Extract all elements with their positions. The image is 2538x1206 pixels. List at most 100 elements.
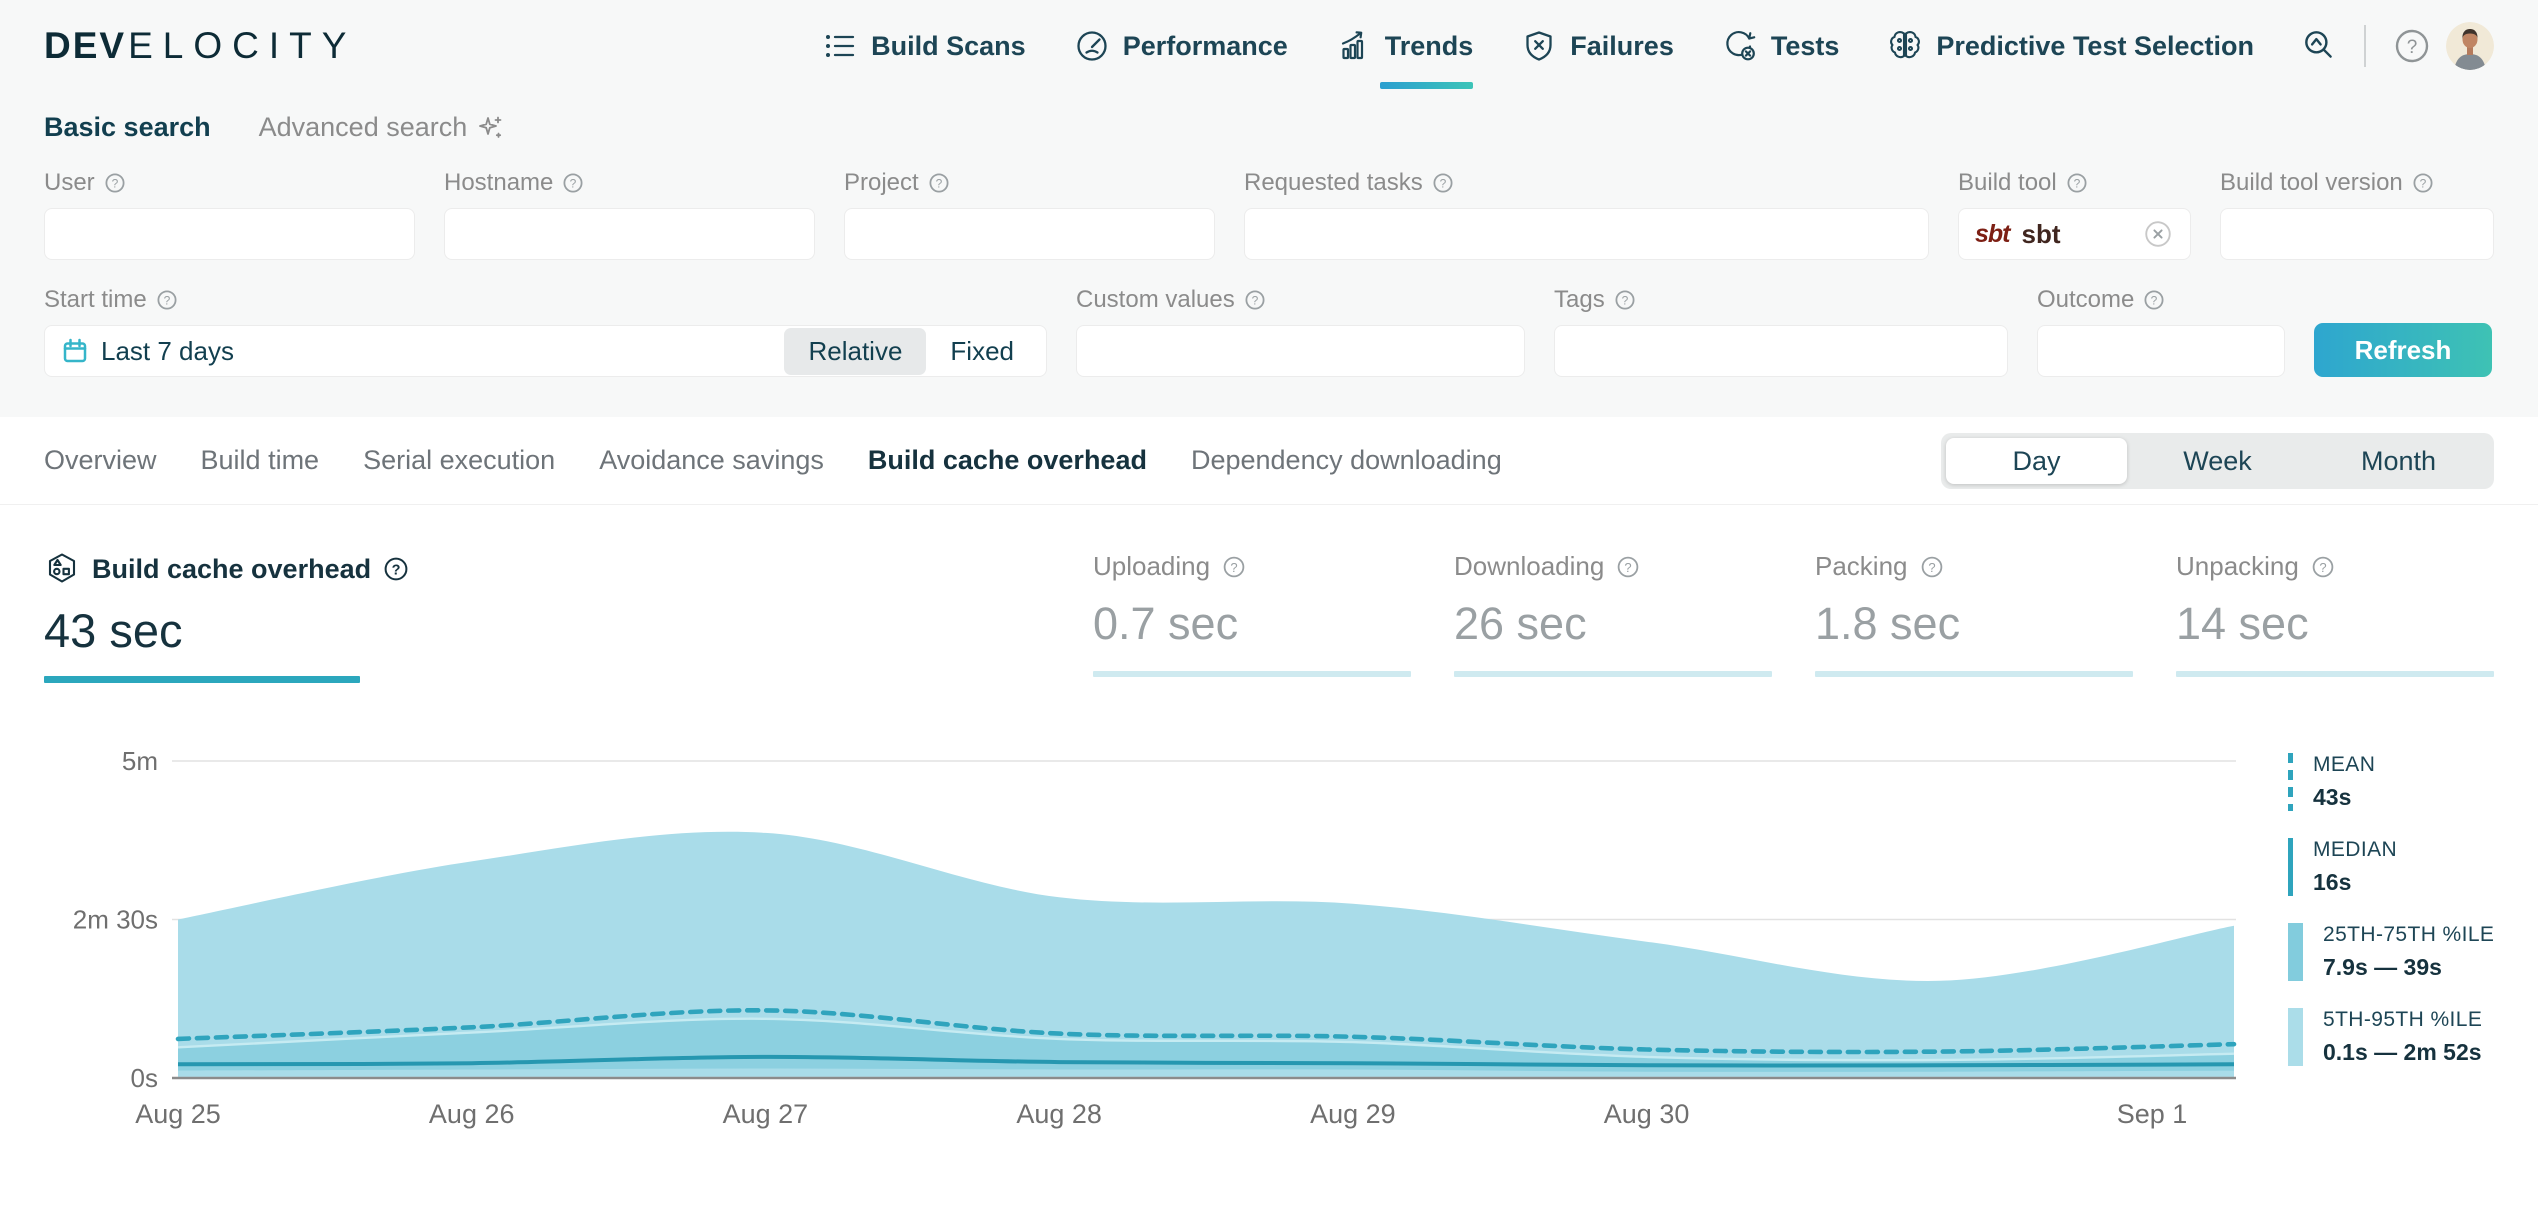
build-scans-list-icon	[822, 28, 858, 64]
search-icon[interactable]	[2300, 27, 2338, 65]
nav-item-trends[interactable]: Trends	[1336, 24, 1474, 68]
sbt-logo-icon: sbt	[1975, 220, 2010, 249]
nav-items: Build Scans Performance	[822, 24, 2254, 68]
nav-label: Performance	[1123, 31, 1288, 62]
svg-text:Aug 26: Aug 26	[429, 1099, 515, 1129]
brain-icon	[1887, 28, 1923, 64]
search-filters: User ? Hostname ? Project ? Requested ta…	[0, 169, 2538, 377]
question-circle-icon[interactable]: ?	[1244, 289, 1266, 311]
user-avatar[interactable]	[2446, 22, 2494, 70]
granularity-week[interactable]: Week	[2127, 438, 2308, 484]
question-circle-icon[interactable]: ?	[1432, 172, 1454, 194]
svg-text:Aug 30: Aug 30	[1604, 1099, 1690, 1129]
fixed-toggle[interactable]: Fixed	[926, 328, 1038, 375]
question-circle-icon[interactable]: ?	[1920, 555, 1944, 579]
granularity-month[interactable]: Month	[2308, 438, 2489, 484]
metric-label: Build cache overhead	[92, 554, 371, 585]
question-circle-icon[interactable]: ?	[383, 556, 409, 582]
tab-serial-execution[interactable]: Serial execution	[363, 445, 555, 476]
nav-item-failures[interactable]: Failures	[1521, 24, 1674, 68]
metric-value: 14 sec	[2176, 598, 2494, 650]
svg-text:Sep 1: Sep 1	[2117, 1099, 2188, 1129]
svg-text:?: ?	[1621, 294, 1628, 308]
metric-uploading[interactable]: Uploading ? 0.7 sec	[1093, 551, 1411, 677]
metric-packing[interactable]: Packing ? 1.8 sec	[1815, 551, 2133, 677]
refresh-button[interactable]: Refresh	[2314, 323, 2492, 377]
requested-tasks-input[interactable]	[1244, 208, 1929, 260]
clear-build-tool-icon[interactable]	[2142, 218, 2174, 250]
help-icon[interactable]: ?	[2392, 26, 2432, 66]
start-time-field-group: Start time ? Last 7 days Relative Fixed	[44, 286, 1047, 377]
metric-value: 1.8 sec	[1815, 598, 2133, 650]
nav-item-predictive-test-selection[interactable]: Predictive Test Selection	[1887, 24, 2254, 68]
nav-item-tests[interactable]: Tests	[1722, 24, 1840, 68]
gauge-icon	[1074, 28, 1110, 64]
svg-text:?: ?	[1230, 560, 1237, 575]
question-circle-icon[interactable]: ?	[104, 172, 126, 194]
question-circle-icon[interactable]: ?	[2311, 555, 2335, 579]
metric-build-cache-overhead[interactable]: Build cache overhead ? 43 sec	[44, 551, 360, 683]
metric-underline	[1454, 671, 1772, 677]
tab-build-time[interactable]: Build time	[201, 445, 320, 476]
start-time-picker[interactable]: Last 7 days Relative Fixed	[44, 325, 1047, 377]
advanced-search-tab[interactable]: Advanced search	[259, 112, 504, 143]
tab-avoidance-savings[interactable]: Avoidance savings	[599, 445, 824, 476]
trend-tabs-row: Overview Build time Serial execution Avo…	[0, 417, 2538, 505]
question-circle-icon[interactable]: ?	[928, 172, 950, 194]
active-metric-underline	[44, 676, 360, 683]
legend-p25-p75: 25TH-75TH %ILE 7.9s — 39s	[2288, 923, 2494, 981]
question-circle-icon[interactable]: ?	[156, 289, 178, 311]
question-circle-icon[interactable]: ?	[1614, 289, 1636, 311]
question-circle-icon[interactable]: ?	[1616, 555, 1640, 579]
build-tool-field-group: Build tool ? sbt sbt	[1958, 169, 2191, 260]
test-retry-icon	[1722, 28, 1758, 64]
search-mode-row: Basic search Advanced search	[0, 92, 2538, 143]
tab-build-cache-overhead[interactable]: Build cache overhead	[868, 445, 1147, 476]
metric-value: 43 sec	[44, 603, 360, 658]
trend-chart-icon	[1336, 28, 1372, 64]
outcome-field-group: Outcome ?	[2037, 286, 2285, 377]
metric-value: 26 sec	[1454, 598, 1772, 650]
trend-chart[interactable]: 5m2m 30s0sAug 25Aug 26Aug 27Aug 28Aug 29…	[0, 719, 2538, 1199]
tags-input[interactable]	[1554, 325, 2008, 377]
question-circle-icon[interactable]: ?	[2066, 172, 2088, 194]
tab-dependency-downloading[interactable]: Dependency downloading	[1191, 445, 1502, 476]
svg-text:?: ?	[1251, 294, 1258, 308]
granularity-toggle: Day Week Month	[1941, 433, 2494, 489]
hostname-input[interactable]	[444, 208, 815, 260]
project-input[interactable]	[844, 208, 1215, 260]
nav-label: Failures	[1570, 31, 1674, 62]
svg-text:?: ?	[1439, 177, 1446, 191]
active-nav-underline	[1380, 82, 1474, 89]
question-circle-icon[interactable]: ?	[2143, 289, 2165, 311]
relative-toggle[interactable]: Relative	[784, 328, 926, 375]
build-tool-select[interactable]: sbt sbt	[1958, 208, 2191, 260]
custom-values-input[interactable]	[1076, 325, 1525, 377]
custom-values-field-group: Custom values ?	[1076, 286, 1525, 377]
outcome-input[interactable]	[2037, 325, 2285, 377]
metric-value: 0.7 sec	[1093, 598, 1411, 650]
basic-search-tab[interactable]: Basic search	[44, 112, 211, 143]
user-field-group: User ?	[44, 169, 415, 260]
develocity-logo[interactable]: DEVELOCITY	[44, 25, 356, 67]
svg-text:0s: 0s	[131, 1063, 158, 1093]
svg-text:?: ?	[2073, 177, 2080, 191]
top-nav: DEVELOCITY Build Scans P	[0, 0, 2538, 92]
calendar-icon	[61, 337, 89, 365]
svg-text:?: ?	[570, 177, 577, 191]
metric-downloading[interactable]: Downloading ? 26 sec	[1454, 551, 1772, 677]
svg-text:?: ?	[935, 177, 942, 191]
svg-text:?: ?	[2407, 37, 2418, 58]
build-tool-version-input[interactable]	[2220, 208, 2494, 260]
svg-text:?: ?	[1625, 560, 1632, 575]
question-circle-icon[interactable]: ?	[2412, 172, 2434, 194]
granularity-day[interactable]: Day	[1946, 438, 2127, 484]
user-input[interactable]	[44, 208, 415, 260]
question-circle-icon[interactable]: ?	[562, 172, 584, 194]
question-circle-icon[interactable]: ?	[1222, 555, 1246, 579]
metric-unpacking[interactable]: Unpacking ? 14 sec	[2176, 551, 2494, 677]
nav-item-performance[interactable]: Performance	[1074, 24, 1288, 68]
shield-x-icon	[1521, 28, 1557, 64]
tab-overview[interactable]: Overview	[44, 445, 157, 476]
nav-item-build-scans[interactable]: Build Scans	[822, 24, 1026, 68]
